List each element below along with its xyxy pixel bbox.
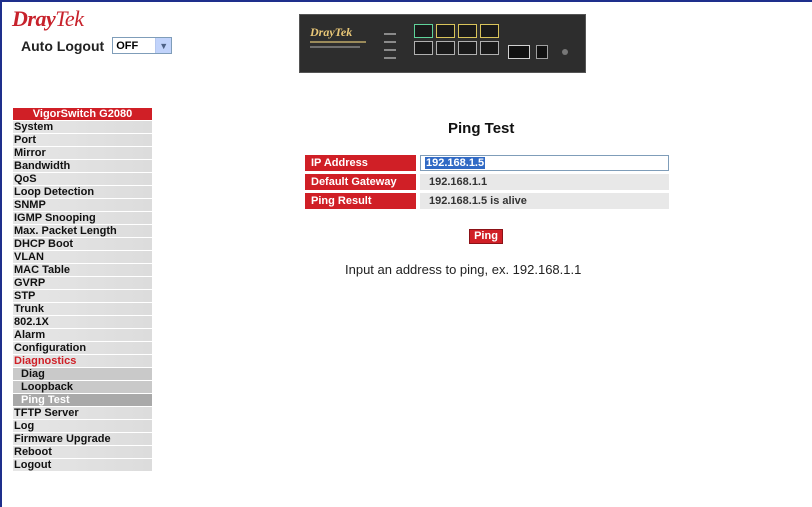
device-model-stripe-2 (310, 46, 360, 48)
port-icon (414, 41, 433, 55)
switch-device-image: DrayTek (299, 14, 586, 73)
sidebar-item-logout[interactable]: Logout (13, 459, 152, 471)
sidebar-item-tftp-server[interactable]: TFTP Server (13, 407, 152, 419)
sidebar-item-alarm[interactable]: Alarm (13, 329, 152, 341)
sidebar-item-log[interactable]: Log (13, 420, 152, 432)
ping-hint-text: Input an address to ping, ex. 192.168.1.… (345, 262, 582, 277)
sidebar-item-qos[interactable]: QoS (13, 173, 152, 185)
sidebar-item-port[interactable]: Port (13, 134, 152, 146)
sidebar-subitem-diag[interactable]: Diag (13, 368, 152, 380)
sidebar-item-igmp-snooping[interactable]: IGMP Snooping (13, 212, 152, 224)
sidebar-item-system[interactable]: System (13, 121, 152, 133)
ping-result-value: 192.168.1.5 is alive (420, 193, 669, 209)
sidebar-item-stp[interactable]: STP (13, 290, 152, 302)
sidebar-item-configuration[interactable]: Configuration (13, 342, 152, 354)
sidebar-item-gvrp[interactable]: GVRP (13, 277, 152, 289)
device-brand-logo: DrayTek (310, 25, 353, 39)
ip-address-row: IP Address 192.168.1.5 (305, 155, 669, 171)
ip-address-input[interactable]: 192.168.1.5 (420, 155, 669, 171)
device-model-stripe (310, 41, 366, 43)
ping-result-row: Ping Result 192.168.1.5 is alive (305, 193, 669, 209)
sidebar-item-max-packet-length[interactable]: Max. Packet Length (13, 225, 152, 237)
sidebar-item-loop-detection[interactable]: Loop Detection (13, 186, 152, 198)
sidebar-item-8021x[interactable]: 802.1X (13, 316, 152, 328)
gateway-row: Default Gateway 192.168.1.1 (305, 174, 669, 190)
sidebar-item-mirror[interactable]: Mirror (13, 147, 152, 159)
sidebar-item-reboot[interactable]: Reboot (13, 446, 152, 458)
port-icon (458, 41, 477, 55)
auto-logout-select[interactable]: OFF ▼ (112, 37, 173, 54)
ping-button[interactable]: Ping (469, 229, 503, 244)
sidebar-subitem-loopback[interactable]: Loopback (13, 381, 152, 393)
auto-logout-label: Auto Logout (21, 37, 105, 54)
reset-button-icon (562, 49, 568, 55)
sidebar-item-bandwidth[interactable]: Bandwidth (13, 160, 152, 172)
gateway-label: Default Gateway (305, 174, 416, 190)
chevron-down-icon[interactable]: ▼ (155, 38, 172, 53)
port-icon (458, 24, 477, 38)
port-icon (436, 24, 455, 38)
top-border (0, 0, 812, 2)
sidebar-item-mac-table[interactable]: MAC Table (13, 264, 152, 276)
sidebar-subitem-ping-test[interactable]: Ping Test (13, 394, 152, 406)
draytek-logo: DrayTek (12, 6, 84, 31)
left-border (0, 0, 2, 507)
sfp-port-icon (508, 45, 530, 59)
port-icon (414, 24, 433, 38)
ping-result-label: Ping Result (305, 193, 416, 209)
sidebar-item-vlan[interactable]: VLAN (13, 251, 152, 263)
sidebar-item-firmware-upgrade[interactable]: Firmware Upgrade (13, 433, 152, 445)
menu-title: VigorSwitch G2080 (13, 108, 152, 120)
sidebar-menu: VigorSwitch G2080 System Port Mirror Ban… (13, 108, 152, 472)
gateway-value: 192.168.1.1 (420, 174, 669, 190)
ip-address-value: 192.168.1.5 (425, 157, 486, 169)
device-ports (414, 24, 499, 55)
ip-address-label: IP Address (305, 155, 416, 171)
sidebar-item-diagnostics[interactable]: Diagnostics (13, 355, 152, 367)
page-title: Ping Test (448, 120, 515, 137)
sidebar-item-snmp[interactable]: SNMP (13, 199, 152, 211)
sfp-port-icon (536, 45, 548, 59)
device-leds (384, 33, 396, 65)
auto-logout-value: OFF (116, 39, 139, 52)
port-icon (436, 41, 455, 55)
port-icon (480, 24, 499, 38)
auto-logout: Auto Logout OFF ▼ (21, 37, 173, 54)
port-icon (480, 41, 499, 55)
ping-form: IP Address 192.168.1.5 Default Gateway 1… (305, 155, 669, 212)
sidebar-item-dhcp-boot[interactable]: DHCP Boot (13, 238, 152, 250)
sidebar-item-trunk[interactable]: Trunk (13, 303, 152, 315)
